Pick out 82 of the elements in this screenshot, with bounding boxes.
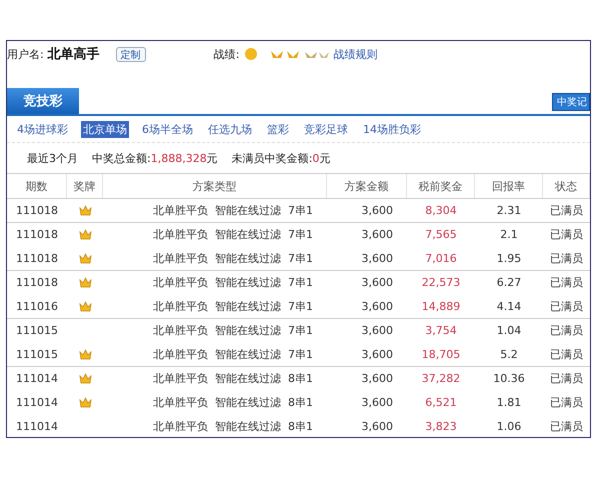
- table-cell-text: 111014: [15, 419, 59, 435]
- lottery-link[interactable]: 6场半全场: [140, 120, 195, 138]
- table-cell-text: 已满员: [549, 371, 584, 387]
- table-cell-text: 10.36: [492, 371, 526, 387]
- table-cell-text: 北单胜平负 智能在线过滤 7串1: [152, 203, 314, 219]
- table-cell-text: 北单胜平负 智能在线过滤 8串1: [152, 419, 314, 435]
- table-cell-text: 7,565: [424, 227, 458, 243]
- crown-icon: [271, 51, 284, 58]
- table-cell-text: 3,600: [360, 275, 394, 291]
- table-cell-text: 北单胜平负 智能在线过滤 8串1: [152, 395, 314, 411]
- table-cell-text: 1.81: [496, 395, 522, 411]
- crown-icon: [287, 51, 300, 58]
- table-cell-text: 已满员: [549, 299, 584, 315]
- table-cell-text: 北单胜平负 智能在线过滤 7串1: [152, 323, 314, 339]
- table-cell-text: 北单胜平负 智能在线过滤 8串1: [152, 371, 314, 387]
- table-cell-text: 3,600: [360, 203, 394, 219]
- table-cell-text: 18,705: [420, 347, 462, 363]
- rules-link[interactable]: 战绩规则: [333, 46, 378, 62]
- lottery-link[interactable]: 14场胜负彩: [361, 120, 423, 138]
- table-cell-text: 北单胜平负 智能在线过滤 7串1: [152, 299, 314, 315]
- prize-record-button[interactable]: 中奖记: [552, 93, 590, 111]
- table-cell-text: 已满员: [549, 227, 584, 243]
- table-cell-text: 111014: [15, 395, 59, 411]
- table-cell-text: 111016: [15, 299, 59, 315]
- table-cell-text: 14,889: [420, 299, 462, 315]
- crown-icon: [319, 52, 330, 58]
- table-cell-text: 3,600: [360, 227, 394, 243]
- table-cell-text: 111015: [15, 347, 59, 363]
- username: 北单高手: [48, 46, 100, 63]
- table-cell-text: 3,600: [360, 299, 394, 315]
- table-cell-text: 已满员: [549, 395, 584, 411]
- table-cell-text: 111018: [15, 227, 59, 243]
- lottery-link[interactable]: 竞彩足球: [302, 120, 350, 138]
- total-prize-text: 中奖总金额:1,888,328元: [92, 150, 218, 166]
- table-cell-text: 已满员: [549, 347, 584, 363]
- table-cell-text: 北单胜平负 智能在线过滤 7串1: [152, 251, 314, 267]
- table-cell-text: 1.04: [496, 323, 522, 339]
- table-cell-text: 3,600: [360, 347, 394, 363]
- record-label: 战绩:: [214, 46, 240, 62]
- unfilled-prize-text: 未满员中奖金额:0元: [232, 150, 330, 166]
- medal-icon: [245, 48, 258, 60]
- lottery-link[interactable]: 篮彩: [265, 120, 291, 138]
- table-cell-text: 3,600: [360, 371, 394, 387]
- customize-button[interactable]: 定制: [116, 46, 146, 62]
- table-cell-text: 2.31: [496, 203, 522, 219]
- lottery-link[interactable]: 4场进球彩: [15, 120, 70, 138]
- table-cell-text: 7,016: [424, 251, 458, 267]
- table-cell-text: 已满员: [549, 419, 584, 435]
- table-cell-text: 6.27: [496, 275, 522, 291]
- table-cell-text: 2.1: [499, 227, 519, 243]
- table-cell-text: 已满员: [549, 203, 584, 219]
- table-cell-text: 3,600: [360, 395, 394, 411]
- crown-icon: [305, 52, 318, 58]
- table-cell-text: 5.2: [499, 347, 519, 363]
- table-cell-text: 111014: [15, 371, 59, 387]
- table-cell-text: 3,600: [360, 323, 394, 339]
- table-cell-text: 6,521: [424, 395, 458, 411]
- table-cell-text: 111018: [15, 203, 59, 219]
- table-cell-text: 3,754: [424, 323, 458, 339]
- table-cell-text: 1.06: [496, 419, 522, 435]
- username-label: 用户名:: [7, 46, 44, 62]
- period-text: 最近3个月: [27, 150, 78, 166]
- lottery-link[interactable]: 任选九场: [206, 120, 254, 138]
- table-cell-text: 3,600: [360, 419, 394, 435]
- table-cell-text: 37,282: [420, 371, 462, 387]
- table-cell-text: 已满员: [549, 275, 584, 291]
- table-cell-text: 4.14: [496, 299, 522, 315]
- table-cell-text: 北单胜平负 智能在线过滤 7串1: [152, 347, 314, 363]
- tab[interactable]: 竞技彩: [7, 88, 79, 114]
- table-cell-text: 已满员: [549, 251, 584, 267]
- table-cell-text: 已满员: [549, 323, 584, 339]
- table-cell-text: 3,823: [424, 419, 458, 435]
- table-cell-text: 22,573: [420, 275, 462, 291]
- table-cell-text: 1.95: [496, 251, 522, 267]
- lottery-link[interactable]: 北京单场: [81, 120, 129, 138]
- table-cell-text: 111018: [15, 251, 59, 267]
- table-cell-text: 111018: [15, 275, 59, 291]
- table-cell-text: 3,600: [360, 251, 394, 267]
- table-cell-text: 111015: [15, 323, 59, 339]
- table-cell-text: 北单胜平负 智能在线过滤 7串1: [152, 275, 314, 291]
- table-cell-text: 8,304: [424, 203, 458, 219]
- table-cell-text: 北单胜平负 智能在线过滤 7串1: [152, 227, 314, 243]
